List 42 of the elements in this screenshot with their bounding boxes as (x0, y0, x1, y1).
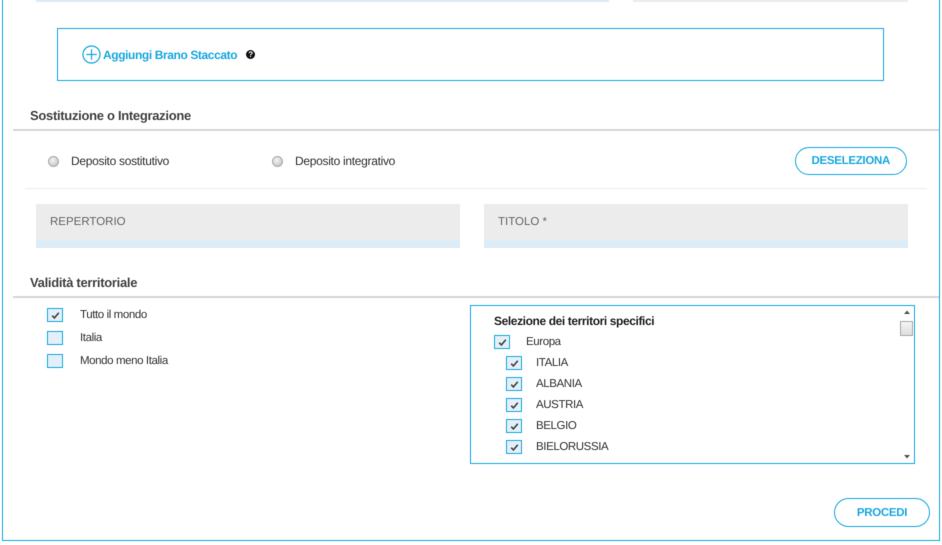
checkbox[interactable] (494, 335, 510, 349)
checkmark-icon (508, 378, 520, 390)
checkbox[interactable] (506, 440, 522, 454)
checkbox-label: BIELORUSSIA (536, 441, 608, 453)
radio-label: Deposito integrativo (295, 154, 396, 168)
checkmark-icon (508, 358, 520, 368)
checkbox[interactable] (47, 308, 63, 322)
checkbox-label: Mondo meno Italia (80, 355, 168, 367)
checkbox-label: ITALIA (536, 357, 568, 369)
checkbox[interactable] (47, 331, 63, 345)
scroll-thumb[interactable] (900, 321, 913, 336)
scroll-down-icon[interactable] (902, 454, 910, 460)
checkbox-label: Europa (526, 336, 561, 348)
input-field[interactable]: REPERTORIO (36, 204, 460, 248)
section-title: Validità territoriale (30, 275, 138, 290)
scroll-up-icon[interactable] (902, 309, 910, 315)
checkbox[interactable] (506, 419, 522, 433)
checkbox[interactable] (506, 398, 522, 412)
checkmark-icon (508, 420, 520, 432)
checkbox-label: BELGIO (536, 420, 576, 432)
radio-button[interactable] (48, 156, 59, 166)
checkbox-label: AUSTRIA (536, 399, 584, 411)
checkbox-label: Tutto il mondo (80, 309, 147, 321)
list-title: Selezione dei territori specifici (494, 314, 656, 328)
checkbox[interactable] (506, 356, 522, 370)
input-field[interactable]: TITOLO * (484, 204, 908, 248)
checkmark-icon (508, 400, 520, 410)
checkmark-icon (508, 442, 520, 452)
proceed-button[interactable]: PROCEDI (834, 498, 930, 527)
checkmark-icon (496, 336, 508, 348)
checkbox-label: Italia (80, 332, 102, 344)
help-icon[interactable]: ? (246, 50, 256, 59)
checkbox-label: ALBANIA (536, 378, 582, 390)
radio-label: Deposito sostitutivo (71, 154, 170, 168)
radio-button[interactable] (272, 156, 283, 166)
section-title: Sostituzione o Integrazione (30, 108, 191, 123)
checkbox[interactable] (47, 354, 63, 368)
plus-circle-icon (82, 45, 101, 64)
checkmark-icon (50, 310, 60, 320)
add-excerpt-link[interactable]: Aggiungi Brano Staccato (82, 45, 238, 64)
deselect-button[interactable]: DESELEZIONA (794, 147, 907, 175)
checkbox[interactable] (506, 377, 522, 391)
